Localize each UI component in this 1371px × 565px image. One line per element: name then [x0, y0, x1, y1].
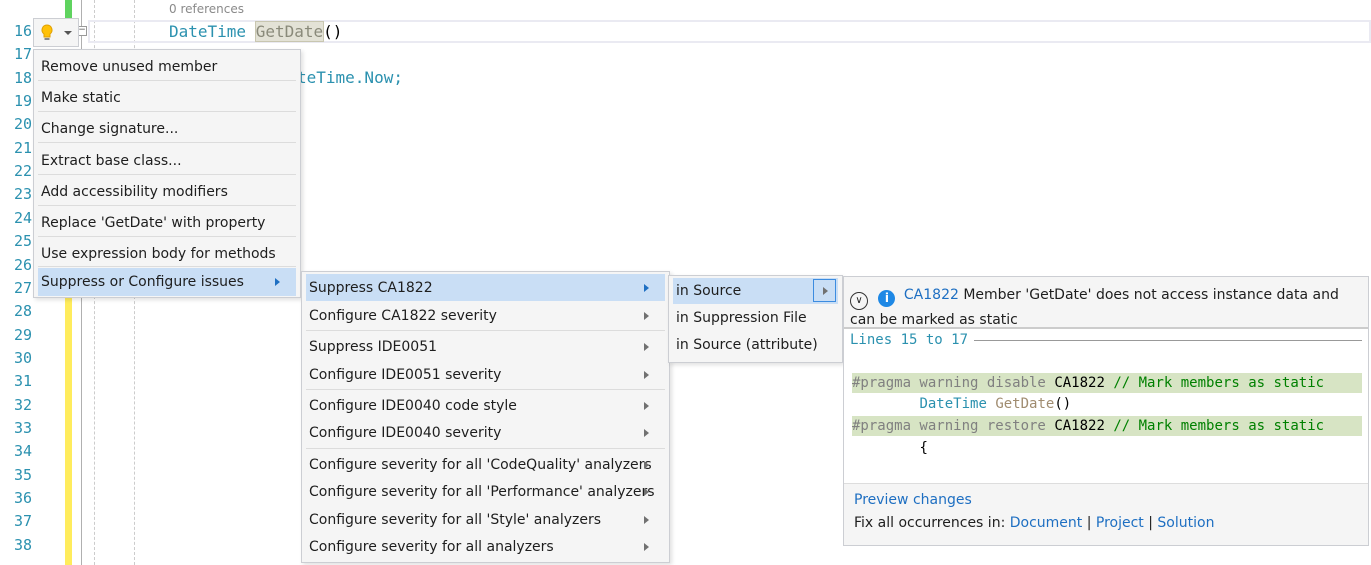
line-number: 32 [14, 395, 33, 414]
preview-brace-line: { [919, 440, 928, 456]
menu-separator [306, 389, 665, 390]
line-number: 34 [14, 442, 33, 461]
lightbulb-icon [41, 24, 53, 40]
menu-separator [38, 142, 296, 143]
submenu-arrow-icon [644, 342, 649, 351]
codelens-references[interactable]: 0 references [169, 2, 244, 16]
submenu-arrow-icon [644, 487, 649, 496]
submenu-arrow-icon [644, 370, 649, 379]
submenu-arrow-icon [823, 287, 828, 295]
line-number: 30 [14, 348, 33, 367]
collapse-expander-icon[interactable]: ∨ [850, 292, 868, 310]
fix-all-solution-link[interactable]: Solution [1157, 515, 1214, 531]
preview-footer: Preview changes Fix all occurrences in: … [844, 483, 1368, 545]
info-icon: i [878, 290, 896, 307]
menu-item[interactable]: Add accessibility modifiers [38, 178, 296, 206]
menu-separator [38, 205, 296, 206]
menu-item[interactable]: Configure severity for all 'Performance'… [306, 478, 665, 505]
menu-item[interactable]: Remove unused member [38, 53, 296, 81]
line-number: 29 [14, 325, 33, 344]
submenu-arrow-icon [644, 283, 649, 292]
submenu-arrow-icon [644, 460, 649, 469]
rule-id-link[interactable]: CA1822 [904, 287, 959, 303]
menu-separator [38, 236, 296, 237]
line-number: 31 [14, 372, 33, 391]
menu-item[interactable]: Configure CA1822 severity [306, 302, 665, 329]
menu-separator [38, 111, 296, 112]
menu-item[interactable]: Replace 'GetDate' with property [38, 209, 296, 237]
line-number: 35 [14, 465, 33, 484]
suppress-target-submenu: in Source in Suppression File in Source (a… [668, 275, 843, 363]
menu-item[interactable]: Configure IDE0040 code style [306, 392, 665, 419]
quick-actions-menu: Remove unused member Make static Change si… [33, 49, 301, 298]
fix-all-project-link[interactable]: Project [1096, 515, 1144, 531]
menu-separator [38, 80, 296, 81]
menu-item[interactable]: in Source [673, 278, 838, 304]
code-line-18: teTime.Now; [297, 68, 403, 87]
fix-all-document-link[interactable]: Document [1010, 515, 1083, 531]
submenu-arrow-icon [644, 401, 649, 410]
menu-item[interactable]: Suppress CA1822 [306, 274, 665, 301]
preview-pragma-restore: #pragma warning restore CA1822 // Mark m… [852, 416, 1362, 436]
menu-item[interactable]: Configure severity for all 'CodeQuality'… [306, 451, 665, 478]
line-number: 28 [14, 302, 33, 321]
line-number: 37 [14, 512, 33, 531]
preview-changes-link[interactable]: Preview changes [854, 492, 972, 508]
menu-item[interactable]: Suppress IDE0051 [306, 333, 665, 360]
menu-item[interactable]: Suppress or Configure issues [38, 268, 296, 296]
line-number: 36 [14, 489, 33, 507]
menu-item[interactable]: Configure IDE0051 severity [306, 361, 665, 388]
preview-header: ∨ i CA1822 Member 'GetDate' does not acc… [844, 277, 1368, 329]
menu-separator [306, 448, 665, 449]
preview-method-line: DateTime GetDate() [919, 396, 1072, 412]
preview-pragma-disable: #pragma warning disable CA1822 // Mark m… [852, 373, 1362, 393]
menu-separator [38, 266, 296, 267]
chevron-down-icon[interactable] [64, 31, 72, 35]
submenu-arrow-icon [644, 515, 649, 524]
menu-item[interactable]: in Source (attribute) [673, 332, 838, 358]
menu-item[interactable]: Change signature... [38, 115, 296, 143]
method-name-highlight[interactable]: GetDate [254, 21, 325, 42]
menu-item[interactable]: Extract base class... [38, 147, 296, 175]
menu-item[interactable]: Configure severity for all 'Style' analy… [306, 506, 665, 533]
lines-range-label: Lines 15 to 17 [850, 332, 1362, 348]
line-number: 33 [14, 418, 33, 437]
line-number: 38 [14, 535, 33, 554]
submenu-arrow-icon [644, 311, 649, 320]
lightbulb-button[interactable] [33, 18, 79, 47]
submenu-arrow-icon [275, 278, 280, 286]
menu-item[interactable]: Configure IDE0040 severity [306, 419, 665, 446]
preview-panel: ∨ i CA1822 Member 'GetDate' does not acc… [843, 276, 1369, 546]
submenu-arrow-icon [644, 542, 649, 551]
menu-item[interactable]: Make static [38, 84, 296, 112]
menu-separator [306, 330, 665, 331]
menu-separator [38, 174, 296, 175]
suppress-configure-submenu: Suppress CA1822 Configure CA1822 severity… [301, 271, 670, 563]
menu-item[interactable]: Configure severity for all analyzers [306, 533, 665, 560]
submenu-arrow-icon [644, 428, 649, 437]
menu-item[interactable]: in Suppression File [673, 305, 838, 331]
menu-item[interactable]: Use expression body for methods [38, 240, 296, 268]
change-indicator-unsaved [65, 293, 72, 565]
code-line-16: DateTime GetDate() [169, 21, 343, 42]
change-indicator-saved [65, 0, 72, 20]
